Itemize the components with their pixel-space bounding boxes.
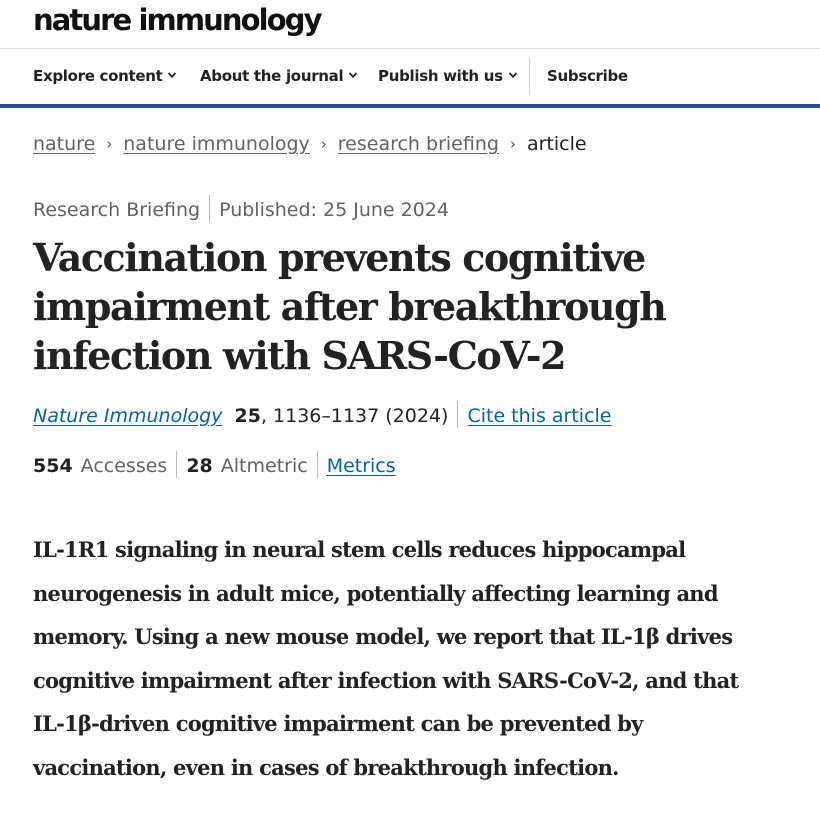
article-type: Research Briefing [33, 199, 201, 221]
breadcrumb-nature[interactable]: nature [33, 133, 95, 155]
pages-year: , 1136–1137 (2024) [260, 405, 449, 427]
nav-label: Subscribe [547, 67, 628, 85]
article-citation: Nature Immunology 25, 1136–1137 (2024) Ci… [33, 400, 611, 432]
citation-divider [457, 401, 459, 428]
metrics-divider [316, 451, 318, 478]
breadcrumb-current: article [526, 133, 587, 155]
breadcrumb: nature › nature immunology › research briefi… [33, 128, 587, 160]
title-line: infection with SARS-CoV-2 [33, 333, 567, 378]
nav-label: Explore content [33, 67, 163, 85]
journal-link[interactable]: Nature Immunology [33, 405, 222, 427]
meta-divider [209, 195, 211, 222]
article-meta: Research Briefing Published: 25 June 2024 [33, 194, 449, 226]
title-line: impairment after breakthrough [33, 284, 667, 329]
standfirst-line: memory. Using a new mouse model, we repo… [33, 624, 733, 650]
accesses-label: Accesses [80, 455, 168, 477]
standfirst-line: cognitive impairment after infection wit… [33, 667, 739, 693]
accesses-count: 554 [33, 455, 73, 477]
nav-divider [529, 58, 530, 95]
altmetric-count: 28 [186, 455, 213, 477]
standfirst-line: neurogenesis in adult mice, potentially … [33, 580, 719, 606]
main-nav: Explore content About the journal Publis… [0, 49, 820, 104]
breadcrumb-separator: › [320, 135, 327, 153]
volume-number: 25 [234, 405, 261, 427]
nav-label: Publish with us [378, 67, 503, 85]
chevron-down-icon [349, 71, 358, 78]
article-metrics: 554 Accesses 28 Altmetric Metrics [33, 450, 396, 482]
published-date: Published: 25 June 2024 [219, 199, 449, 221]
metrics-link[interactable]: Metrics [327, 455, 396, 477]
breadcrumb-separator: › [509, 135, 516, 153]
altmetric-label: Altmetric [220, 455, 308, 477]
breadcrumb-nature-immunology[interactable]: nature immunology [123, 133, 310, 155]
breadcrumb-separator: › [106, 135, 113, 153]
masthead: nature immunology [0, 0, 820, 49]
chevron-down-icon [508, 71, 517, 78]
title-line: Vaccination prevents cognitive [33, 235, 646, 280]
standfirst-line: vaccination, even in cases of breakthrou… [33, 754, 619, 780]
nav-explore-content[interactable]: Explore content [33, 49, 177, 104]
standfirst-line: IL-1β-driven cognitive impairment can be… [33, 711, 643, 737]
nav-publish-with-us[interactable]: Publish with us [378, 49, 518, 104]
cite-this-article-link[interactable]: Cite this article [467, 405, 611, 427]
article-title: Vaccination prevents cognitive impairmen… [33, 233, 733, 380]
standfirst-line: IL-1R1 signaling in neural stem cells re… [33, 537, 686, 562]
article-standfirst: IL-1R1 signaling in neural stem cells re… [33, 528, 803, 790]
nav-subscribe[interactable]: Subscribe [547, 49, 628, 104]
breadcrumb-research-briefing[interactable]: research briefing [338, 133, 499, 155]
journal-logo[interactable]: nature immunology [33, 0, 323, 40]
chevron-down-icon [168, 71, 177, 78]
nav-accent-bar [0, 104, 820, 108]
metrics-divider [176, 451, 178, 478]
nav-about-journal[interactable]: About the journal [200, 49, 358, 104]
nav-label: About the journal [200, 67, 344, 85]
